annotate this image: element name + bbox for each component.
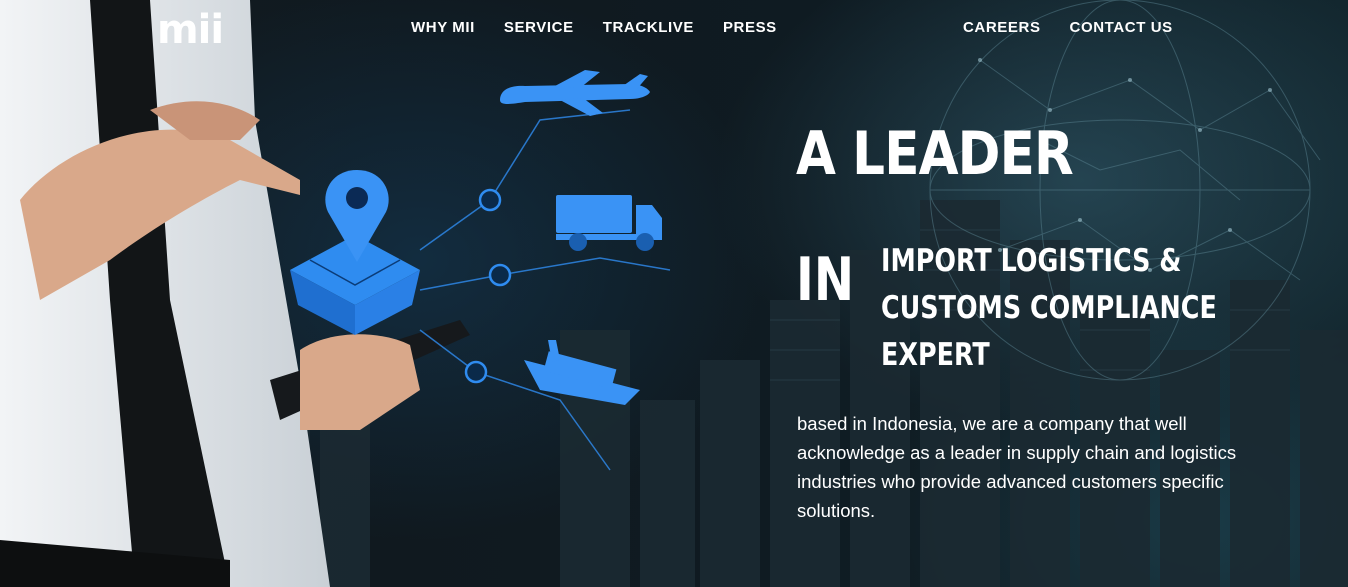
hero-section: mii WHY MII SERVICE TRACKLIVE PRESS CARE… — [0, 0, 1348, 587]
secondary-nav: CAREERS CONTACT US — [963, 19, 1173, 37]
hero-headline-in: IN — [796, 245, 855, 315]
airplane-icon — [500, 70, 650, 116]
primary-nav: WHY MII SERVICE TRACKLIVE PRESS — [411, 19, 777, 37]
hero-subheadline: IMPORT LOGISTICS & CUSTOMS COMPLIANCE EX… — [881, 238, 1217, 379]
truck-icon — [556, 195, 662, 251]
nav-link-why-mii[interactable]: WHY MII — [411, 19, 475, 37]
brand-logo[interactable]: mii — [157, 8, 224, 52]
subheadline-line: CUSTOMS COMPLIANCE — [881, 290, 1217, 326]
nav-link-careers[interactable]: CAREERS — [963, 19, 1041, 37]
ship-icon — [524, 340, 640, 405]
connector-node-icon — [464, 188, 512, 384]
holographic-logistics-graphic — [290, 70, 671, 471]
subheadline-line: EXPERT — [881, 337, 990, 373]
subheadline-line: IMPORT LOGISTICS & — [881, 243, 1182, 279]
hero-description: based in Indonesia, we are a company tha… — [797, 413, 1237, 521]
hero-headline: A LEADER — [796, 119, 1074, 189]
nav-link-press[interactable]: PRESS — [723, 19, 777, 37]
nav-link-tracklive[interactable]: TRACKLIVE — [603, 19, 694, 37]
nav-link-service[interactable]: SERVICE — [504, 19, 574, 37]
nav-link-contact-us[interactable]: CONTACT US — [1070, 19, 1173, 37]
